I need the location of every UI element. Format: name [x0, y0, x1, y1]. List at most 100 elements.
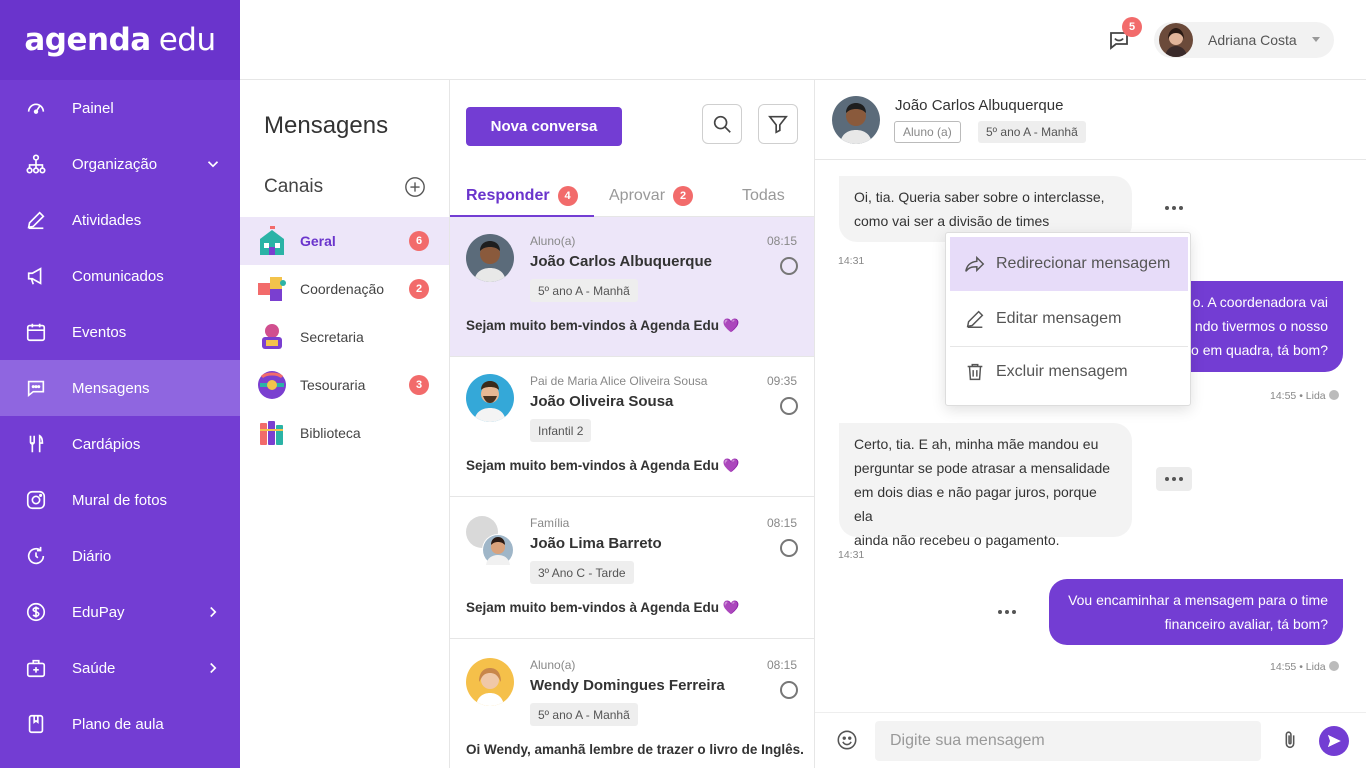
- message-time: 08:15: [766, 658, 797, 672]
- chat-header: João Carlos Albuquerque Aluno (a) 5º ano…: [815, 80, 1366, 160]
- message-time: 08:15: [766, 234, 797, 248]
- trash-icon: [967, 363, 983, 381]
- tab-aprovar[interactable]: Aprovar 2: [609, 175, 694, 217]
- select-radio[interactable]: [780, 681, 798, 699]
- edit-message-option[interactable]: Editar mensagem: [950, 292, 1188, 346]
- message-line: ainda não recebeu o pagamento.: [854, 532, 1060, 548]
- dollar-icon: [24, 600, 48, 624]
- message-line: Certo, tia. E ah, minha mãe mandou eu: [854, 436, 1099, 452]
- select-radio[interactable]: [780, 397, 798, 415]
- sidebar-item-edupay[interactable]: EduPay: [0, 584, 240, 640]
- sidebar: agenda edu Painel Organização Atividades …: [0, 0, 240, 768]
- preview-text: Sejam muito bem-vindos à Agenda Edu: [466, 318, 720, 333]
- avatar: [832, 96, 880, 144]
- notification-badge: 5: [1122, 17, 1142, 37]
- message-options-button[interactable]: [1156, 196, 1192, 220]
- paperclip-icon[interactable]: [1279, 729, 1301, 751]
- tab-todas[interactable]: Todas: [742, 175, 785, 217]
- channel-item-geral[interactable]: Geral 6: [240, 217, 449, 265]
- chat-panel: João Carlos Albuquerque Aluno (a) 5º ano…: [815, 80, 1366, 768]
- conversation-card[interactable]: Família 08:15 João Lima Barreto 3º Ano C…: [450, 499, 814, 639]
- contact-role: Família: [530, 516, 570, 530]
- sidebar-item-label: Mural de fotos: [72, 491, 168, 509]
- new-conversation-button[interactable]: Nova conversa: [466, 107, 622, 146]
- message-options-button[interactable]: [989, 600, 1025, 624]
- message-options-button[interactable]: [1156, 467, 1192, 491]
- dashboard-icon: [24, 96, 48, 120]
- add-channel-icon[interactable]: [404, 176, 426, 198]
- sidebar-item-comunicados[interactable]: Comunicados: [0, 248, 240, 304]
- channel-badge: 2: [409, 279, 429, 299]
- tab-label: Todas: [742, 187, 785, 204]
- message-input[interactable]: [875, 721, 1261, 761]
- channels-panel: Mensagens Canais Geral 6 Coordenação 2 S…: [240, 80, 450, 768]
- contact-role: Aluno(a): [530, 658, 576, 672]
- avatar: [1159, 23, 1193, 57]
- sidebar-item-painel[interactable]: Painel: [0, 80, 240, 136]
- message-time: 14:55 • Lida: [1270, 661, 1326, 673]
- message-preview: Oi Wendy, amanhã lembre de trazer o livr…: [466, 742, 804, 757]
- delete-message-option[interactable]: Excluir mensagem: [950, 345, 1188, 399]
- class-tag: Infantil 2: [530, 419, 592, 442]
- sidebar-item-diario[interactable]: Diário: [0, 528, 240, 584]
- sidebar-item-organizacao[interactable]: Organização: [0, 136, 240, 192]
- channel-item-coordenacao[interactable]: Coordenação 2: [240, 265, 449, 313]
- menu-label: Excluir mensagem: [996, 363, 1128, 380]
- preview-text: Sejam muito bem-vindos à Agenda Edu: [466, 458, 720, 473]
- sidebar-item-atividades[interactable]: Atividades: [0, 192, 240, 248]
- user-menu[interactable]: Adriana Costa: [1154, 22, 1334, 58]
- chevron-down-icon: [207, 161, 219, 168]
- channel-label: Coordenação: [300, 281, 385, 297]
- channel-item-tesouraria[interactable]: Tesouraria 3: [240, 361, 449, 409]
- calendar-icon: [24, 320, 48, 344]
- message-line: Oi, tia. Queria saber sobre o interclass…: [854, 189, 1105, 205]
- contact-name: Wendy Domingues Ferreira: [530, 677, 725, 694]
- sidebar-item-label: Mensagens: [72, 379, 150, 397]
- select-radio[interactable]: [780, 539, 798, 557]
- sidebar-item-label: Painel: [72, 99, 114, 117]
- send-button[interactable]: [1319, 726, 1349, 756]
- sidebar-item-label: Cardápios: [72, 435, 141, 453]
- conversation-card[interactable]: Aluno(a) 08:15 João Carlos Albuquerque 5…: [450, 217, 814, 357]
- sidebar-item-label: EduPay: [72, 603, 125, 621]
- books-icon: [260, 421, 283, 445]
- sidebar-item-eventos[interactable]: Eventos: [0, 304, 240, 360]
- sidebar-item-label: Diário: [72, 547, 112, 565]
- chevron-right-icon: [210, 662, 217, 674]
- sidebar-item-saude[interactable]: Saúde: [0, 640, 240, 696]
- class-tag: 3º Ano C - Tarde: [530, 561, 634, 584]
- message-bubble-incoming: Certo, tia. E ah, minha mãe mandou eu pe…: [839, 423, 1132, 548]
- sidebar-item-mural-de-fotos[interactable]: Mural de fotos: [0, 472, 240, 528]
- class-tag: 5º ano A - Manhã: [978, 121, 1086, 143]
- message-line: como vai ser a divisão de times: [854, 213, 1050, 229]
- logo[interactable]: agenda edu: [0, 0, 240, 80]
- tab-responder[interactable]: Responder 4: [450, 175, 594, 218]
- message-line: financeiro avaliar, tá bom?: [1164, 616, 1328, 632]
- sidebar-item-label: Saúde: [72, 659, 116, 677]
- channel-item-secretaria[interactable]: Secretaria: [240, 313, 449, 361]
- filter-button[interactable]: [758, 104, 798, 144]
- select-radio[interactable]: [780, 257, 798, 275]
- message-preview: Sejam muito bem-vindos à Agenda Edu 💜: [466, 318, 740, 334]
- chat-icon: [24, 376, 48, 400]
- message-composer: [815, 712, 1366, 768]
- read-check-icon: [1328, 390, 1339, 400]
- sidebar-item-label: Organização: [72, 155, 158, 173]
- sidebar-item-cardapios[interactable]: Cardápios: [0, 416, 240, 472]
- conversation-card[interactable]: Pai de Maria Alice Oliveira Sousa 09:35 …: [450, 357, 814, 497]
- emoji-icon[interactable]: [836, 729, 858, 751]
- avatar: [466, 516, 514, 566]
- sidebar-item-plano-de-aula[interactable]: Plano de aula: [0, 696, 240, 752]
- health-icon: [24, 656, 48, 680]
- conversation-card[interactable]: Aluno(a) 08:15 Wendy Domingues Ferreira …: [450, 641, 814, 768]
- channel-item-biblioteca[interactable]: Biblioteca: [240, 409, 449, 457]
- purple-heart-emoji: 💜: [722, 600, 740, 615]
- sidebar-item-label: Comunicados: [72, 267, 164, 285]
- sidebar-item-mensagens[interactable]: Mensagens: [0, 360, 240, 416]
- conversation-list-panel: Nova conversa Responder 4 Aprovar 2 Toda…: [450, 80, 815, 768]
- forward-icon: [965, 255, 985, 273]
- search-button[interactable]: [702, 104, 742, 144]
- message-preview: Sejam muito bem-vindos à Agenda Edu 💜: [466, 600, 740, 616]
- forward-message-option[interactable]: Redirecionar mensagem: [950, 237, 1188, 291]
- menu-label: Editar mensagem: [996, 310, 1122, 327]
